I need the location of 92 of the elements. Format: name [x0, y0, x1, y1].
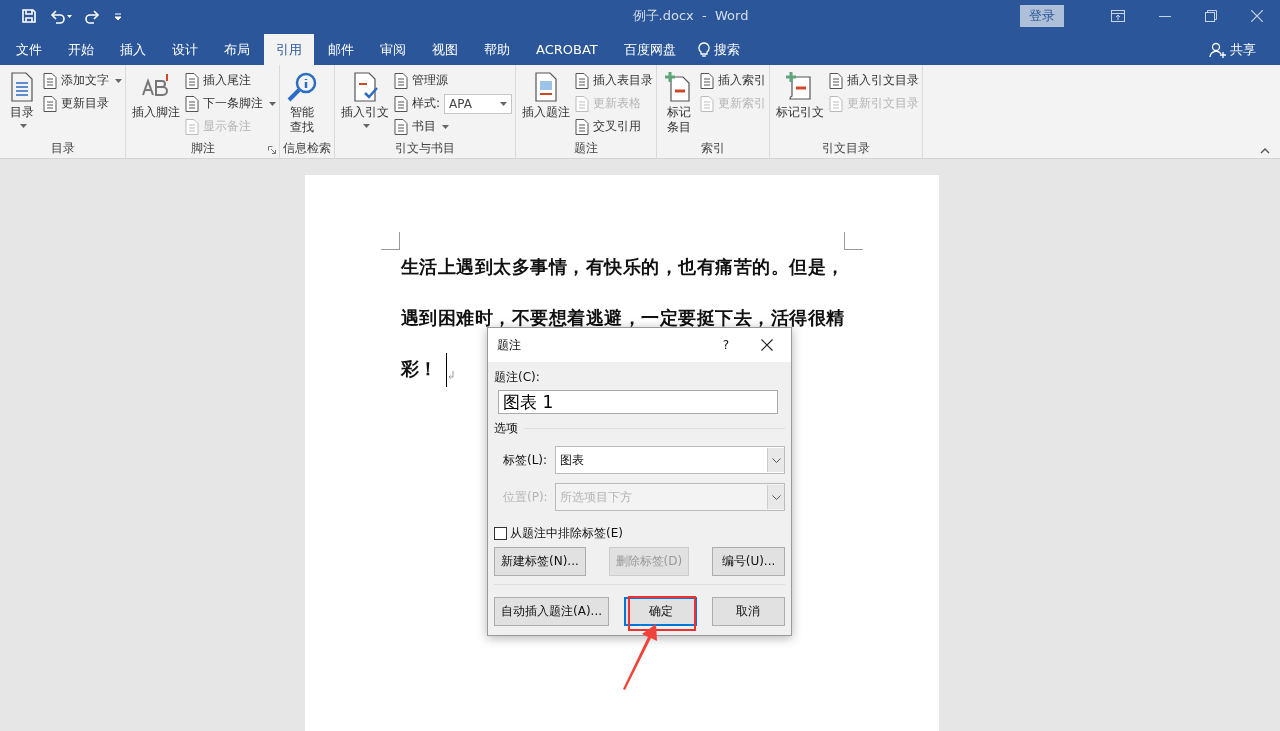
document-icon	[829, 95, 844, 112]
ribbon-tab[interactable]: 布局	[212, 34, 262, 65]
ribbon-tab[interactable]: 开始	[56, 34, 106, 65]
text-cursor	[445, 353, 447, 387]
dialog-button[interactable]: 自动插入题注(A)...	[494, 597, 609, 626]
tell-me-search[interactable]: 搜索	[697, 34, 740, 65]
ribbon-button[interactable]: 书目	[394, 116, 513, 137]
group-label: 引文目录	[822, 139, 871, 157]
ribbon-button[interactable]: 插入引文目录	[829, 70, 920, 91]
checkbox-label: 从题注中排除标签(E)	[510, 525, 623, 542]
ribbon-tab[interactable]: 插入	[108, 34, 158, 65]
group-label: 索引	[701, 139, 726, 157]
close-icon[interactable]	[761, 339, 773, 351]
ribbon-button[interactable]: 插入表目录	[575, 70, 654, 91]
dialog-button[interactable]: 取消	[712, 597, 785, 626]
lightbulb-icon	[697, 41, 710, 58]
dialog-button[interactable]: 新建标签(N)...	[494, 547, 586, 576]
document-icon	[700, 72, 715, 89]
collapse-ribbon-icon[interactable]	[1260, 148, 1270, 154]
section-heading: 选项	[494, 420, 518, 437]
document-icon	[394, 118, 408, 135]
document-icon	[575, 118, 590, 135]
checkbox[interactable]	[494, 527, 507, 540]
margin-mark	[843, 232, 863, 250]
group-label: 引文与书目	[395, 139, 455, 157]
ribbon-tab[interactable]: 引用	[264, 34, 314, 65]
ribbon-tab[interactable]: 百度网盘	[611, 34, 688, 65]
ribbon-tab[interactable]: 视图	[420, 34, 470, 65]
ribbon-button[interactable]: 插入题注	[519, 69, 574, 138]
ribbon-button[interactable]: 交叉引用	[575, 116, 654, 137]
group-label: 目录	[50, 139, 75, 157]
margin-mark	[380, 232, 400, 250]
ribbon-display-icon[interactable]	[1111, 10, 1125, 22]
dialog-title: 题注	[497, 336, 522, 354]
document-icon	[185, 95, 199, 112]
undo-icon[interactable]	[49, 8, 73, 24]
ribbon-button[interactable]: 插入索引	[700, 70, 767, 91]
window-title: 例子.docx - Word	[631, 7, 750, 25]
document-icon	[394, 95, 408, 112]
caption-field[interactable]: 图表 1	[498, 390, 778, 414]
dropdown-field[interactable]: 图表	[555, 446, 785, 474]
chevron-icon	[771, 494, 781, 500]
ribbon-tab[interactable]: 文件	[4, 34, 54, 65]
ribbon-button[interactable]: 插入引文	[338, 69, 392, 138]
style-label: 样式:	[412, 95, 441, 112]
ribbon-button[interactable]: 插入脚注	[129, 69, 183, 138]
dialog-button[interactable]: 编号(U)...	[712, 547, 785, 576]
save-icon[interactable]	[21, 8, 37, 24]
ribbon-button[interactable]: 标记引文	[773, 69, 828, 138]
paragraph-text: 生活上遇到太多事情，有快乐的，也有痛苦的。但是，	[400, 255, 845, 279]
document-icon	[43, 72, 57, 89]
ribbon-button[interactable]: 标记条目	[660, 69, 699, 138]
person-icon	[1209, 41, 1227, 58]
ribbon-tab[interactable]: 邮件	[316, 34, 366, 65]
help-button[interactable]: ?	[722, 338, 729, 352]
share-button[interactable]: 共享	[1209, 34, 1256, 65]
document-icon	[185, 118, 199, 135]
ribbon-button[interactable]: 插入尾注	[185, 70, 276, 91]
ribbon-button[interactable]: 添加文字	[43, 70, 122, 91]
paragraph-mark-icon	[447, 371, 454, 379]
ribbon-button[interactable]: 下一条脚注	[185, 93, 276, 114]
chevron-icon	[771, 457, 781, 463]
document-icon	[575, 72, 590, 89]
ribbon-tab[interactable]: 审阅	[368, 34, 418, 65]
paragraph-text: 遇到困难时，不要想着逃避，一定要挺下去，活得很精	[400, 306, 845, 330]
paragraph-text: 彩！	[400, 357, 438, 381]
group-label: 题注	[574, 139, 599, 157]
document-icon	[185, 72, 199, 89]
ribbon-button[interactable]: 更新目录	[43, 93, 122, 114]
ribbon-button[interactable]: 目录	[3, 69, 41, 138]
search-icon	[286, 71, 318, 103]
style-dropdown[interactable]: APA	[444, 93, 513, 114]
document-icon	[43, 95, 57, 112]
annotation-arrow	[620, 621, 660, 691]
ribbon-button[interactable]: 智能查找	[283, 69, 321, 138]
dialog-launcher-icon[interactable]	[268, 146, 276, 154]
field-label: 标签(L):	[503, 451, 549, 469]
group-label: 信息检索	[283, 139, 331, 157]
redo-icon[interactable]	[85, 8, 101, 24]
ribbon-tab[interactable]: 帮助	[472, 34, 522, 65]
restore-icon[interactable]	[1205, 10, 1217, 22]
field-label: 题注(C):	[494, 369, 541, 386]
group-label: 脚注	[190, 139, 215, 157]
ribbon-button[interactable]: 管理源	[394, 70, 513, 91]
highlight-box	[628, 596, 696, 631]
document-icon	[829, 72, 844, 89]
sign-in-button[interactable]: 登录	[1020, 5, 1064, 27]
document-icon	[700, 95, 715, 112]
ribbon-tab[interactable]: ACROBAT	[524, 34, 610, 65]
document-icon	[575, 95, 590, 112]
ribbon-tab[interactable]: 设计	[160, 34, 210, 65]
document-icon	[394, 72, 408, 89]
